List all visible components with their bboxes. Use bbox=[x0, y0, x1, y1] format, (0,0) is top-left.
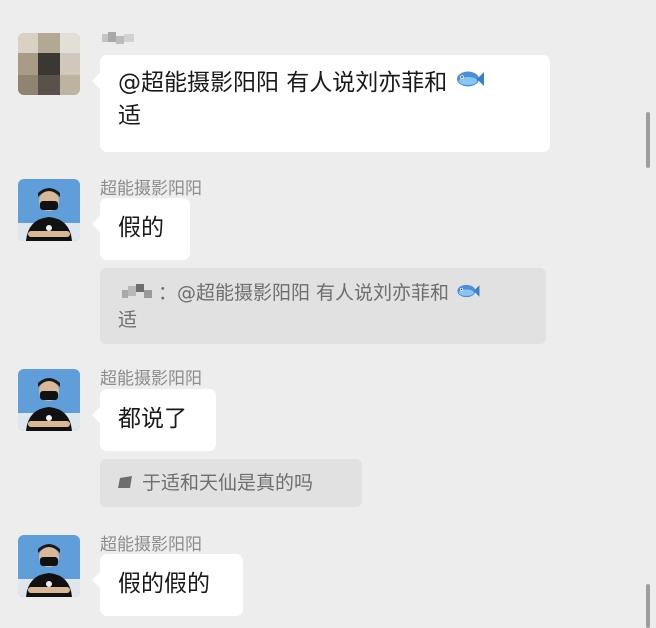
message-bubble[interactable]: 假的 bbox=[92, 198, 190, 260]
sender-name: 超能摄影阳阳 bbox=[100, 535, 202, 555]
blurred-name-icon bbox=[116, 471, 142, 497]
message-bubble[interactable]: 都说了 bbox=[92, 389, 216, 451]
message-text: 假的 bbox=[118, 215, 164, 241]
message-text: 都说了 bbox=[118, 406, 187, 432]
scrollbar-thumb[interactable] bbox=[646, 112, 650, 168]
chat-thread[interactable]: @超能摄影阳阳 有人说刘亦菲和 适 超能摄影阳阳 假的 ：@超能摄影阳阳 有人说… bbox=[0, 0, 656, 628]
quoted-text: 于适和天仙是真的吗 bbox=[142, 472, 314, 494]
avatar-blurred[interactable] bbox=[18, 33, 80, 95]
quoted-message[interactable]: 于适和天仙是真的吗 bbox=[100, 459, 362, 507]
quoted-message[interactable]: ：@超能摄影阳阳 有人说刘亦菲和 适 bbox=[100, 268, 546, 344]
quoted-text: ：@超能摄影阳阳 有人说刘亦菲和 bbox=[158, 282, 450, 304]
message-text: 假的假的 bbox=[118, 571, 210, 597]
sender-name-blurred bbox=[102, 30, 138, 51]
message-text-line2: 适 bbox=[118, 103, 141, 129]
avatar[interactable] bbox=[18, 535, 80, 597]
sender-name: 超能摄影阳阳 bbox=[100, 369, 202, 389]
message-bubble[interactable]: @超能摄影阳阳 有人说刘亦菲和 适 bbox=[92, 55, 550, 152]
quoted-text-line2: 适 bbox=[118, 308, 138, 331]
message-text: @超能摄影阳阳 有人说刘亦菲和 bbox=[118, 70, 448, 96]
scrollbar-thumb-lower[interactable] bbox=[646, 584, 650, 628]
fish-emoji-icon bbox=[455, 281, 481, 307]
blurred-name-icon bbox=[118, 281, 158, 307]
avatar[interactable] bbox=[18, 179, 80, 241]
sender-name: 超能摄影阳阳 bbox=[100, 179, 202, 199]
fish-emoji-icon bbox=[455, 67, 485, 100]
message-bubble[interactable]: 假的假的 bbox=[92, 554, 243, 616]
avatar[interactable] bbox=[18, 369, 80, 431]
